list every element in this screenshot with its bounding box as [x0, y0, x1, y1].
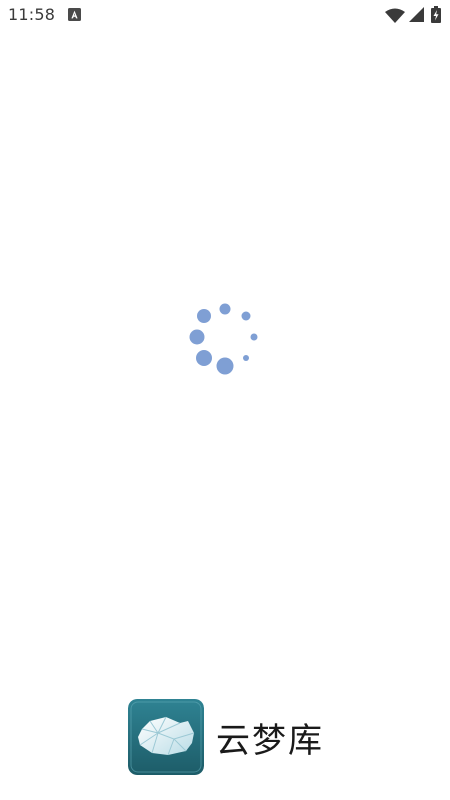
status-time: 11:58 — [8, 5, 56, 24]
app-branding: 云梦库 — [128, 699, 324, 775]
app-name: 云梦库 — [216, 720, 324, 761]
status-bar: 11:58 — [0, 0, 450, 32]
cell-signal-icon — [409, 7, 424, 22]
notification-a-icon — [68, 8, 81, 21]
cloud-logo-icon — [128, 699, 204, 775]
loading-spinner-icon — [189, 303, 258, 375]
wifi-icon — [385, 8, 405, 23]
battery-charging-icon — [431, 6, 441, 23]
